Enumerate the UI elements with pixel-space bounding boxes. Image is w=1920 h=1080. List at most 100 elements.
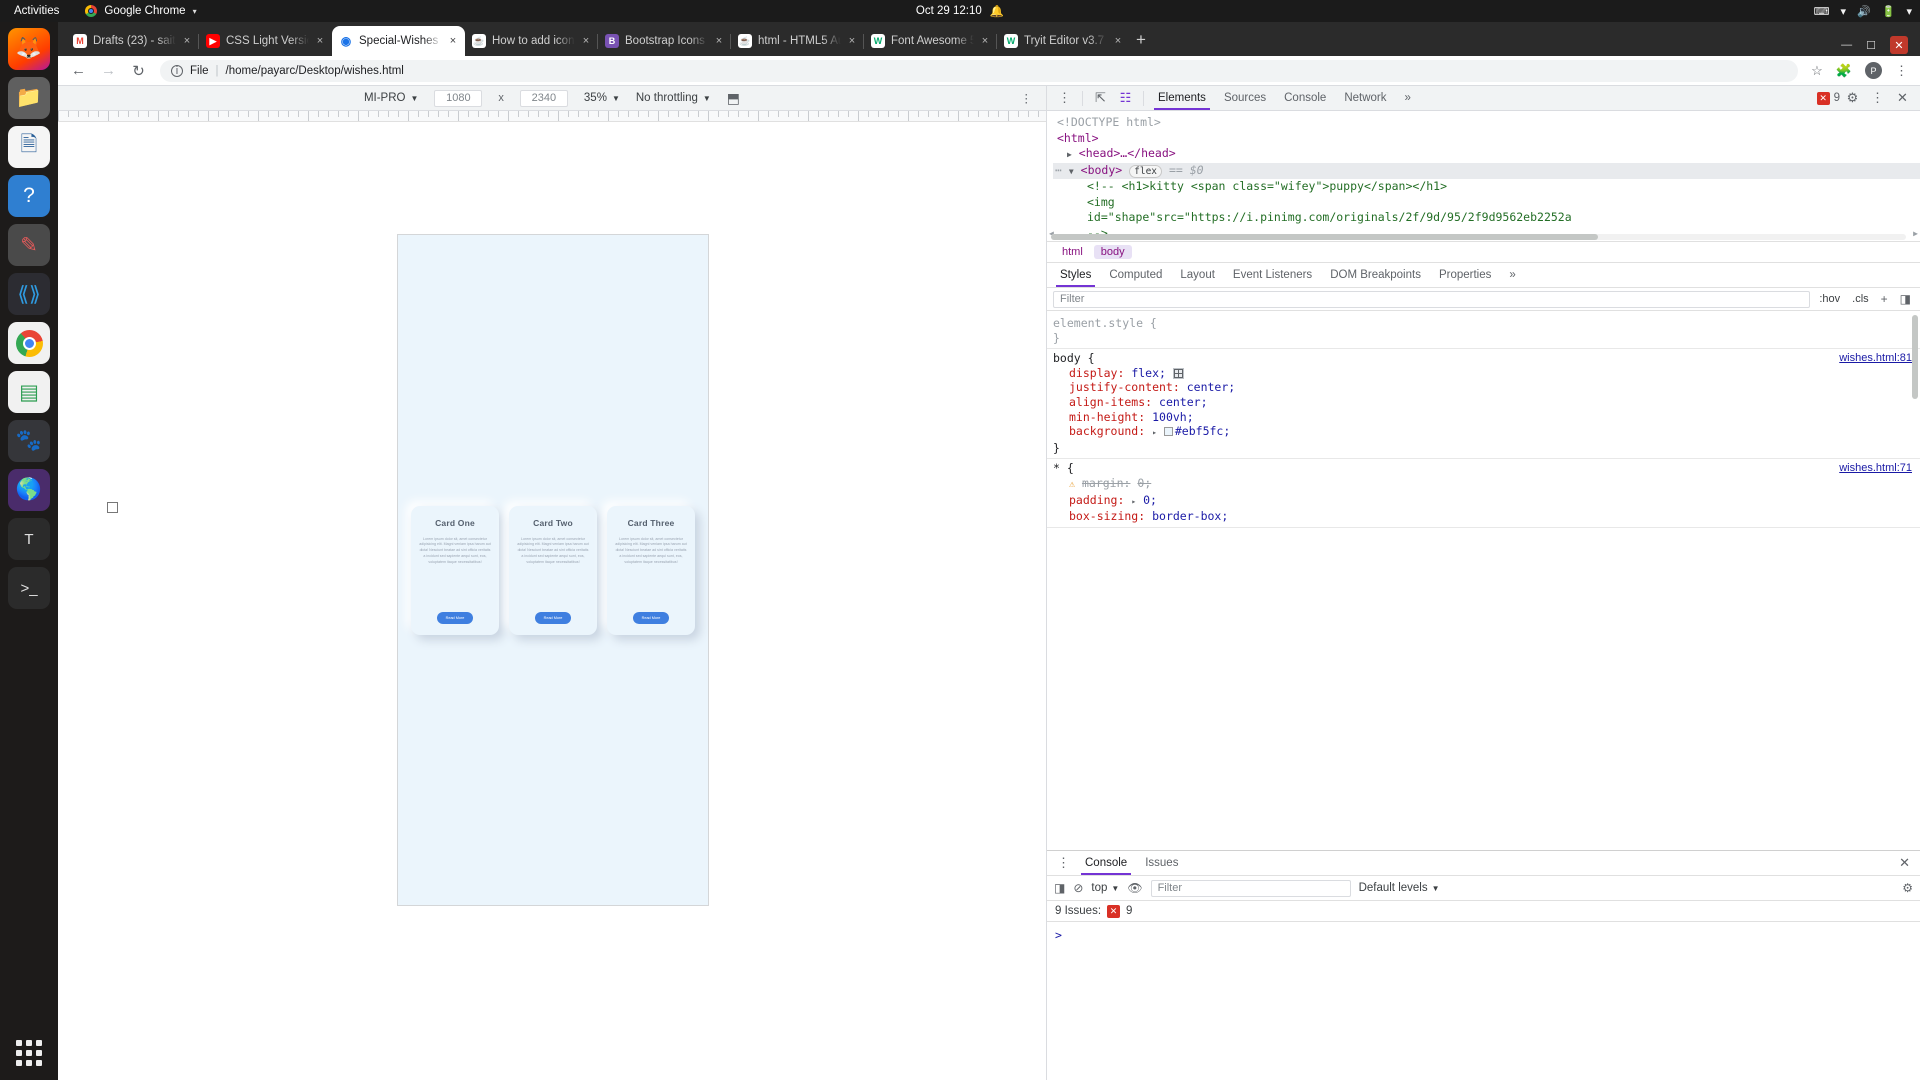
device-viewport[interactable]: Card One Lorem ipsum dolor sit, amet con… bbox=[398, 235, 708, 905]
dock-item-firefox[interactable]: 🦊 bbox=[8, 28, 50, 70]
close-tab-icon[interactable]: × bbox=[1113, 35, 1123, 47]
drawer-close-icon[interactable]: ✕ bbox=[1893, 855, 1916, 871]
forward-icon[interactable]: → bbox=[100, 62, 117, 79]
device-toolbar-toggle-icon[interactable]: ☷ bbox=[1113, 87, 1138, 109]
read-more-button[interactable]: Read More bbox=[436, 611, 474, 624]
dock-item-files[interactable]: 📁 bbox=[8, 77, 50, 119]
live-expression-icon[interactable]: 👁 bbox=[1127, 881, 1142, 895]
tab-computed[interactable]: Computed bbox=[1100, 263, 1171, 287]
card-one[interactable]: Card One Lorem ipsum dolor sit, amet con… bbox=[411, 505, 499, 635]
bookmark-star-icon[interactable]: ☆ bbox=[1811, 63, 1823, 79]
minimize-button[interactable]: — bbox=[1841, 39, 1852, 51]
expand-triangle-icon[interactable]: ▸ bbox=[1131, 497, 1136, 506]
inspect-element-icon[interactable]: ⇱ bbox=[1088, 87, 1113, 109]
devtools-settings-icon[interactable]: ⚙ bbox=[1840, 87, 1865, 109]
extensions-icon[interactable]: 🧩 bbox=[1836, 63, 1852, 79]
system-tray[interactable]: ⌨ ▾ 🔊 🔋 ▾ bbox=[1814, 5, 1912, 18]
css-rule-body[interactable]: wishes.html:81 body { display: flex; jus… bbox=[1047, 349, 1920, 460]
stylesheet-source-link[interactable]: wishes.html:71 bbox=[1839, 461, 1912, 476]
css-declaration[interactable]: align-items: center; bbox=[1053, 395, 1914, 410]
log-levels-selector[interactable]: Default levels ▼ bbox=[1359, 882, 1440, 894]
address-bar[interactable]: i File | /home/payarc/Desktop/wishes.htm… bbox=[160, 59, 1799, 82]
drawer-tab-console[interactable]: Console bbox=[1076, 851, 1136, 875]
expand-triangle-icon[interactable]: ▸ bbox=[1152, 428, 1157, 437]
tab-drafts[interactable]: M Drafts (23) - saitarun × bbox=[66, 26, 199, 56]
tab-font-awesome[interactable]: W Font Awesome 5 Mu × bbox=[863, 26, 997, 56]
devtools-close-icon[interactable]: ✕ bbox=[1890, 87, 1915, 109]
close-tab-icon[interactable]: × bbox=[847, 35, 857, 47]
css-declaration[interactable]: min-height: 100vh; bbox=[1053, 410, 1914, 425]
chrome-menu-icon[interactable]: ⋮ bbox=[1895, 63, 1908, 79]
tab-how-to-add-icon[interactable]: ☕ How to add icon in t × bbox=[465, 26, 598, 56]
dom-tree[interactable]: <!DOCTYPE html> <html> ▶ <head>…</head> … bbox=[1047, 111, 1920, 241]
tab-dom-breakpoints[interactable]: DOM Breakpoints bbox=[1321, 263, 1430, 287]
viewport-width-input[interactable]: 1080 bbox=[434, 89, 483, 107]
avatar[interactable]: P bbox=[1865, 62, 1882, 79]
clock[interactable]: Oct 29 12:10 🔔 bbox=[916, 4, 1004, 18]
tab-event-listeners[interactable]: Event Listeners bbox=[1224, 263, 1321, 287]
css-declaration[interactable]: box-sizing: border-box; bbox=[1053, 509, 1914, 524]
drawer-tab-issues[interactable]: Issues bbox=[1136, 851, 1187, 875]
reload-icon[interactable]: ↻ bbox=[130, 62, 147, 80]
device-selector[interactable]: MI-PRO ▼ bbox=[364, 92, 418, 104]
css-declaration[interactable]: background: ▸ #ebf5fc; bbox=[1053, 424, 1914, 441]
read-more-button[interactable]: Read More bbox=[632, 611, 670, 624]
dock-item-help[interactable]: ? bbox=[8, 175, 50, 217]
dom-line[interactable]: id="shape"src="https://i.pinimg.com/orig… bbox=[1053, 210, 1920, 226]
drawer-menu-icon[interactable]: ⋮ bbox=[1051, 852, 1076, 874]
devtools-menu-icon[interactable]: ⋮ bbox=[1052, 87, 1077, 109]
dock-item-teams[interactable]: T bbox=[8, 518, 50, 560]
dom-line[interactable]: ▶ <head>…</head> bbox=[1053, 146, 1920, 163]
issues-summary-row[interactable]: 9 Issues: ✕ 9 bbox=[1047, 901, 1920, 922]
dock-item-chrome[interactable] bbox=[8, 322, 50, 364]
error-badge[interactable]: ✕ 9 bbox=[1816, 91, 1840, 105]
scroll-right-icon[interactable]: ▶ bbox=[1913, 226, 1918, 242]
styles-filter-input[interactable]: Filter bbox=[1053, 290, 1811, 308]
maximize-button[interactable]: ☐ bbox=[1866, 39, 1876, 52]
dock-item-writer[interactable]: 🗎 bbox=[8, 126, 50, 168]
dom-line[interactable]: <html> bbox=[1053, 131, 1920, 147]
new-style-rule-icon[interactable]: + bbox=[1878, 292, 1891, 306]
dock-item-gimp[interactable]: 🐾 bbox=[8, 420, 50, 462]
tab-elements[interactable]: Elements bbox=[1149, 86, 1215, 110]
computed-sidebar-icon[interactable]: ◨ bbox=[1897, 292, 1914, 306]
throttling-selector[interactable]: No throttling ▼ bbox=[636, 92, 711, 104]
styles-scrollbar[interactable] bbox=[1912, 315, 1918, 399]
app-menu[interactable]: Google Chrome ▾ bbox=[85, 5, 197, 17]
dom-line[interactable]: <img bbox=[1053, 195, 1920, 211]
console-settings-icon[interactable]: ⚙ bbox=[1902, 881, 1913, 895]
breadcrumb-body[interactable]: body bbox=[1093, 245, 1132, 259]
flex-badge[interactable]: flex bbox=[1129, 164, 1163, 178]
card-two[interactable]: Card Two Lorem ipsum dolor sit, amet con… bbox=[509, 505, 597, 635]
viewport-height-input[interactable]: 2340 bbox=[519, 89, 568, 107]
close-tab-icon[interactable]: × bbox=[315, 35, 325, 47]
console-sidebar-icon[interactable]: ◨ bbox=[1054, 881, 1065, 895]
more-tabs-icon[interactable]: » bbox=[1396, 86, 1420, 110]
close-tab-icon[interactable]: × bbox=[980, 35, 990, 47]
zoom-selector[interactable]: 35% ▼ bbox=[584, 92, 620, 104]
tab-sources[interactable]: Sources bbox=[1215, 86, 1275, 110]
css-rule-universal[interactable]: wishes.html:71 * { ⚠ margin: 0; padding:… bbox=[1047, 459, 1920, 528]
css-declaration[interactable]: justify-content: center; bbox=[1053, 380, 1914, 395]
dock-item-vscode[interactable]: ⟪⟫ bbox=[8, 273, 50, 315]
new-tab-button[interactable]: + bbox=[1136, 30, 1146, 50]
tab-network[interactable]: Network bbox=[1335, 86, 1395, 110]
clear-console-icon[interactable]: ⊘ bbox=[1073, 881, 1083, 895]
close-window-button[interactable]: ✕ bbox=[1890, 36, 1908, 54]
styles-pane[interactable]: element.style { } wishes.html:81 body { … bbox=[1047, 311, 1920, 850]
dock-item-terminal[interactable]: >_ bbox=[8, 567, 50, 609]
dock-item-inkscape[interactable]: ✎ bbox=[8, 224, 50, 266]
dock-item-tor[interactable]: 🌎 bbox=[8, 469, 50, 511]
close-tab-icon[interactable]: × bbox=[714, 35, 724, 47]
expand-triangle-icon[interactable]: ▶ bbox=[1067, 150, 1072, 159]
tab-properties[interactable]: Properties bbox=[1430, 263, 1500, 287]
hover-state-button[interactable]: :hov bbox=[1816, 293, 1843, 305]
collapse-triangle-icon[interactable]: ▼ bbox=[1069, 167, 1074, 176]
breadcrumb-html[interactable]: html bbox=[1055, 245, 1090, 259]
devtools-more-icon[interactable]: ⋮ bbox=[1865, 87, 1890, 109]
tab-tryit-editor[interactable]: W Tryit Editor v3.7 × bbox=[996, 26, 1130, 56]
dock-item-calc[interactable]: ▤ bbox=[8, 371, 50, 413]
dom-line[interactable]: <!-- <h1>kitty <span class="wifey">puppy… bbox=[1053, 179, 1920, 195]
card-three[interactable]: Card Three Lorem ipsum dolor sit, amet c… bbox=[607, 505, 695, 635]
show-applications-icon[interactable] bbox=[16, 1040, 42, 1066]
